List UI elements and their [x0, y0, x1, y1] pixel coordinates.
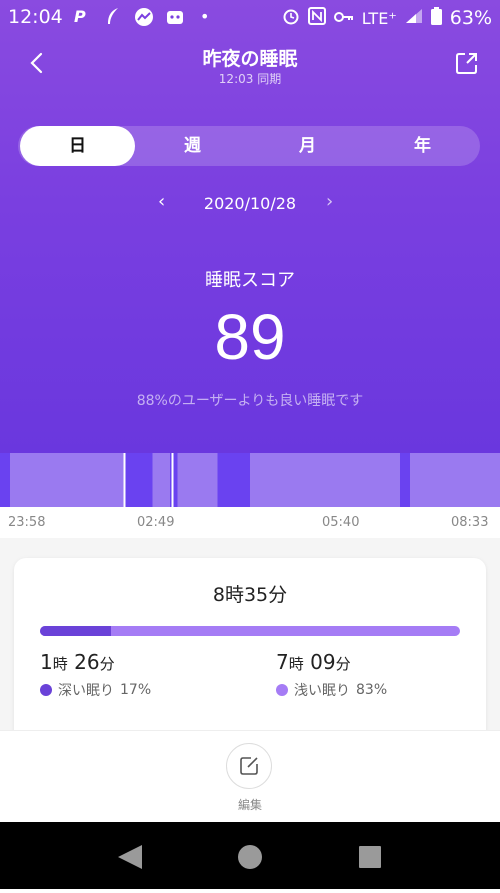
- sleep-segment-light: [10, 453, 125, 507]
- tab-week[interactable]: 週: [135, 126, 250, 166]
- recents-icon[interactable]: [359, 846, 381, 868]
- time-label-start: 23:58: [8, 515, 46, 530]
- sleep-segment-deep: [400, 453, 410, 507]
- edit-label: 編集: [237, 798, 262, 812]
- edit-button[interactable]: [226, 743, 272, 789]
- alarm-icon: [282, 7, 300, 29]
- time-label-3: 05:40: [322, 515, 360, 530]
- battery-icon: [430, 7, 442, 29]
- feather-icon: [104, 7, 122, 31]
- sleep-score-description: 88%のユーザーよりも良い睡眠です: [136, 393, 364, 409]
- status-bar: 12:04 P • LTE⁺ 63%: [0, 0, 500, 34]
- tab-year[interactable]: 年: [365, 126, 480, 166]
- sleep-segment-deep: [0, 453, 10, 507]
- light-sleep-dot: [276, 684, 288, 696]
- deep-minutes-unit: 分: [99, 655, 115, 673]
- light-sleep-stat: 7時 09分 浅い眠り 83%: [276, 650, 387, 700]
- deep-sleep-label: 深い眠り: [58, 683, 114, 699]
- status-right-icons: LTE⁺ 63%: [282, 7, 492, 29]
- sleep-summary-card: 8時35分 1時 26分 深い眠り 17% 7時 09分 浅い眠り 83%: [14, 558, 486, 758]
- sleep-segment-light: [250, 453, 400, 507]
- period-tabs: 日 週 月 年: [18, 126, 480, 166]
- light-sleep-label: 浅い眠り: [294, 683, 350, 699]
- light-sleep-legend: 浅い眠り 83%: [276, 680, 387, 700]
- light-minutes: 09: [310, 650, 336, 674]
- light-minutes-unit: 分: [335, 655, 351, 673]
- total-sleep-duration: 8時35分: [212, 584, 288, 606]
- time-label-2: 02:49: [137, 515, 175, 530]
- deep-hours: 1: [40, 650, 53, 674]
- time-label-end: 08:33: [451, 515, 489, 530]
- sleep-segment-deep: [170, 453, 178, 507]
- signal-icon: [405, 8, 423, 28]
- page-title: 昨夜の睡眠: [202, 48, 298, 70]
- deep-sleep-percent: 17%: [120, 682, 152, 698]
- sleep-score-value: 89: [214, 301, 286, 373]
- sleep-segment-light: [152, 453, 170, 507]
- light-sleep-percent: 83%: [356, 682, 388, 698]
- app-p-icon: P: [74, 7, 86, 26]
- date-navigation: ‹ 2020/10/28 ›: [0, 190, 500, 216]
- bottom-action-bar: 編集: [0, 730, 500, 823]
- bot-icon: [165, 7, 185, 31]
- deep-hours-unit: 時: [52, 655, 68, 673]
- back-icon[interactable]: [118, 845, 142, 869]
- deep-minutes: 26: [74, 650, 100, 674]
- sleep-ratio-bar: [40, 626, 460, 636]
- light-hours: 7: [276, 650, 289, 674]
- light-hours-unit: 時: [288, 655, 304, 673]
- sleep-segment-deep: [125, 453, 153, 507]
- battery-percent: 63%: [449, 7, 492, 29]
- sleep-segment-deep: [217, 453, 250, 507]
- sleep-stage-chart[interactable]: [0, 453, 500, 507]
- home-icon[interactable]: [238, 845, 262, 869]
- sleep-segment-light: [410, 453, 500, 507]
- sleep-score-label: 睡眠スコア: [205, 270, 295, 291]
- current-date: 2020/10/28: [203, 194, 297, 213]
- deep-sleep-stat: 1時 26分 深い眠り 17%: [40, 650, 151, 700]
- key-icon: [333, 9, 354, 28]
- chart-time-axis: 23:58 02:49 05:40 08:33: [0, 515, 500, 535]
- edit-icon: [240, 757, 258, 775]
- tab-day[interactable]: 日: [20, 126, 135, 166]
- segment-separator: [171, 453, 174, 507]
- deep-sleep-dot: [40, 684, 52, 696]
- deep-sleep-legend: 深い眠り 17%: [40, 680, 151, 700]
- nfc-icon: [307, 7, 326, 29]
- tab-month[interactable]: 月: [250, 126, 365, 166]
- share-icon: [456, 53, 477, 74]
- system-navigation-bar: [0, 822, 500, 889]
- deep-sleep-duration: 1時 26分: [40, 650, 151, 674]
- network-type: LTE⁺: [361, 8, 397, 28]
- next-date-button[interactable]: ›: [326, 191, 333, 212]
- sync-time: 12:03 同期: [218, 72, 282, 86]
- light-sleep-duration: 7時 09分: [276, 650, 387, 674]
- status-time: 12:04: [8, 6, 63, 28]
- share-button[interactable]: [454, 50, 480, 76]
- segment-separator: [123, 453, 126, 507]
- notification-dot: •: [200, 7, 210, 26]
- deep-sleep-fill: [40, 626, 112, 636]
- sleep-segment-light: [177, 453, 218, 507]
- chart-icon: [134, 7, 154, 31]
- sleep-stage-svg: [0, 453, 500, 507]
